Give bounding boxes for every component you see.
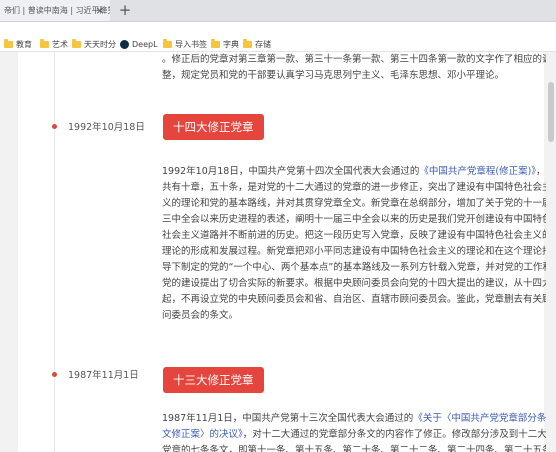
bookmarks-bar: 教育 艺术 天天时分 DeepL 导入书签 字典 存储 [0,36,556,52]
tab-bar: 帝们 | 曾读中南海 | 习近平降笑 × + [0,0,556,22]
scrollbar-thumb[interactable] [548,82,554,142]
bookmark-dictionary[interactable]: 字典 [211,37,239,51]
bookmark-label: 存储 [255,39,271,49]
entry-title-badge: 十四大修正党章 [163,114,264,140]
page-viewport: 。修正后的党章对第三章第一款、第三十一条第一款、第三十四条第一款的文字作了相应的… [0,52,556,452]
folder-icon [4,38,13,48]
entry-date: 1987年11月1日 [68,370,139,381]
timeline-dot [52,372,57,377]
bookmark-storage[interactable]: 存储 [243,37,271,51]
deepl-icon [120,39,129,49]
paragraph-text: 1992年10月18日，中国共产党第十四次全国代表大会通过的 [162,166,420,177]
bookmark-label: DeepL [132,39,158,49]
entry-paragraph: 1987年11月1日，中国共产党第十三次全国代表大会通过的《关于〈中国共产党党章… [162,411,554,452]
paragraph-text: ，共有十章，五十条，是对党的十二大通过的党章的进一步修正，突出了建设有中国特色社… [162,166,552,321]
bookmark-label: 天天时分 [84,39,116,49]
paragraph-text: 1987年11月1日，中国共产党第十三次全国代表大会通过的 [162,413,414,424]
bookmark-imported[interactable]: 导入书签 [163,37,207,51]
entry-date: 1992年10月18日 [68,122,145,133]
address-toolbar [0,22,556,36]
entry-paragraph: 1992年10月18日，中国共产党第十四次全国代表大会通过的《中国共产党章程(修… [162,164,554,324]
bookmark-daily[interactable]: 天天时分 [72,37,116,51]
party-constitution-link[interactable]: 《中国共产党章程(修正案)》 [419,166,536,177]
folder-icon [243,38,252,48]
bookmark-education[interactable]: 教育 [4,37,32,51]
folder-icon [40,38,49,48]
timeline-column: 。修正后的党章对第三章第一款、第三十一条第一款、第三十四条第一款的文字作了相应的… [18,52,552,452]
new-tab-icon[interactable]: + [117,0,133,21]
bookmark-art[interactable]: 艺术 [40,37,68,51]
bookmark-label: 导入书签 [175,39,207,49]
bookmark-label: 艺术 [52,39,68,49]
timeline-dot [52,124,57,129]
bookmark-label: 教育 [16,39,32,49]
entry-title-badge: 十三大修正党章 [163,367,264,393]
previous-entry-text: 。修正后的党章对第三章第一款、第三十一条第一款、第三十四条第一款的文字作了相应的… [162,54,552,81]
bookmark-deepl[interactable]: DeepL [120,37,158,51]
folder-icon [72,38,81,48]
timeline-line [54,52,55,452]
folder-icon [211,38,220,48]
folder-icon [163,38,172,48]
vertical-scrollbar[interactable] [546,52,556,452]
bookmark-label: 字典 [223,39,239,49]
close-tab-icon[interactable]: × [92,3,108,19]
